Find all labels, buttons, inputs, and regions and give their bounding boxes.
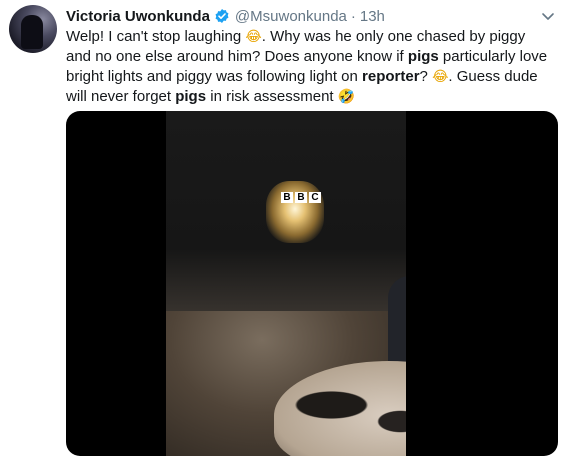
tweet-header: Victoria Uwonkunda @Msuwonkunda · 13h [66, 6, 385, 26]
display-name[interactable]: Victoria Uwonkunda [66, 8, 210, 25]
separator-dot: · [350, 7, 356, 25]
chevron-down-icon[interactable] [540, 8, 556, 24]
tweet-text-segment: ? [419, 68, 433, 85]
emoji-icon: 😂 [245, 29, 262, 45]
tweet-text-segment: in risk assessment [206, 88, 338, 105]
user-handle[interactable]: @Msuwonkunda [235, 8, 347, 25]
tweet-video[interactable]: B B C [66, 111, 558, 456]
highlighted-keyword: reporter [362, 68, 420, 85]
highlighted-keyword: pigs [407, 48, 439, 65]
highlighted-keyword: pigs [175, 88, 207, 105]
video-frame: B B C [166, 111, 406, 456]
tweet-text-segment: Welp! I can't stop laughing [66, 28, 246, 45]
tweet-timestamp[interactable]: 13h [360, 8, 385, 25]
emoji-icon: 😂 [432, 69, 449, 85]
tweet-text: Welp! I can't stop laughing 😂. Why was h… [66, 27, 552, 107]
bbc-watermark: B B C [281, 192, 321, 203]
camera-light [266, 181, 324, 243]
emoji-icon: 🤣 [337, 89, 356, 105]
verified-badge-icon [215, 9, 229, 23]
avatar[interactable] [9, 5, 57, 53]
tweet-card[interactable]: Victoria Uwonkunda @Msuwonkunda · 13h We… [0, 0, 568, 456]
